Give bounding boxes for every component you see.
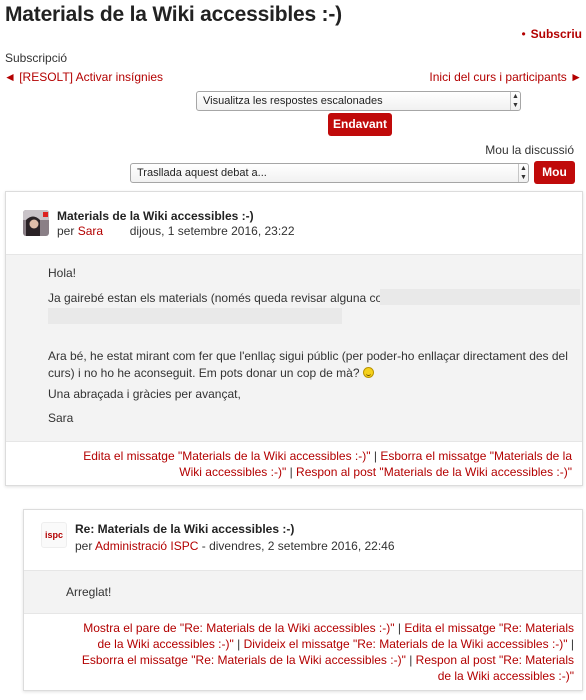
show-parent-link[interactable]: Mostra el pare de "Re: Materials de la W… bbox=[83, 621, 394, 635]
move-button[interactable]: Mou bbox=[534, 161, 575, 184]
subscription-label: Subscripció bbox=[5, 51, 68, 65]
post-paragraph: Ja gairebé estan els materials (només qu… bbox=[48, 291, 413, 305]
separator: | bbox=[397, 621, 401, 635]
separator: | bbox=[570, 637, 574, 651]
hidden-link-block bbox=[48, 308, 342, 324]
reply-post-link[interactable]: Respon al post "Re: Materials de la Wiki… bbox=[416, 653, 574, 683]
post-date: - divendres, 2 setembre 2016, 22:46 bbox=[201, 539, 395, 553]
post-commands: Mostra el pare de "Re: Materials de la W… bbox=[74, 620, 574, 684]
bullet-icon: • bbox=[521, 27, 526, 41]
by-label: per bbox=[57, 224, 75, 238]
select-arrows-icon: ▲ ▼ bbox=[518, 164, 528, 182]
move-discussion-label: Mou la discussió bbox=[485, 143, 574, 157]
forum-post: Materials de la Wiki accessibles :-) per… bbox=[5, 191, 583, 486]
author-link[interactable]: Administració ISPC bbox=[95, 539, 198, 553]
move-target-select[interactable]: Trasllada aquest debat a... ▲ ▼ bbox=[130, 163, 529, 183]
edit-post-link[interactable]: Edita el missatge "Materials de la Wiki … bbox=[83, 449, 370, 463]
subscribe-link[interactable]: • Subscriu bbox=[521, 27, 582, 41]
ispc-logo-avatar[interactable]: ispc bbox=[41, 522, 67, 548]
select-arrows-icon: ▲ ▼ bbox=[510, 92, 520, 110]
split-post-link[interactable]: Divideix el missatge "Re: Materials de l… bbox=[244, 637, 568, 651]
post-paragraph: Hola! bbox=[48, 266, 77, 280]
display-mode-value: Visualitza les respostes escalonades bbox=[203, 95, 383, 107]
forum-post-reply: ispc Re: Materials de la Wiki accessible… bbox=[23, 509, 583, 691]
post-commands: Edita el missatge "Materials de la Wiki … bbox=[72, 448, 572, 480]
post-content: Arreglat! bbox=[24, 570, 582, 614]
author-link[interactable]: Sara bbox=[78, 224, 103, 238]
avatar[interactable] bbox=[23, 210, 49, 236]
separator: | bbox=[409, 653, 413, 667]
next-discussion-link[interactable]: Inici del curs i participants ► bbox=[429, 70, 582, 84]
delete-post-link[interactable]: Esborra el missatge "Re: Materials de la… bbox=[82, 653, 406, 667]
smiley-icon bbox=[362, 367, 374, 378]
separator: | bbox=[289, 465, 293, 479]
post-subject: Re: Materials de la Wiki accessibles :-) bbox=[75, 522, 295, 536]
post-content: Hola! Ja gairebé estan els materials (no… bbox=[6, 254, 582, 442]
page-title: Materials de la Wiki accessibles :-) bbox=[5, 3, 342, 26]
post-paragraph: Ara bé, he estat mirant com fer que l'en… bbox=[48, 348, 568, 382]
post-paragraph: Arreglat! bbox=[66, 585, 112, 599]
hidden-link-block bbox=[380, 289, 580, 305]
post-paragraph: Una abraçada i gràcies per avançat, bbox=[48, 387, 241, 401]
separator: | bbox=[373, 449, 377, 463]
prev-discussion-link[interactable]: ◄ [RESOLT] Activar insígnies bbox=[4, 70, 163, 84]
post-paragraph: Sara bbox=[48, 411, 74, 425]
move-target-value: Trasllada aquest debat a... bbox=[137, 167, 267, 179]
separator: | bbox=[237, 637, 241, 651]
post-date: dijous, 1 setembre 2016, 23:22 bbox=[129, 224, 295, 238]
go-button[interactable]: Endavant bbox=[328, 113, 392, 136]
post-byline: per Sara dijous, 1 setembre 2016, 23:22 bbox=[57, 224, 295, 238]
post-paragraph-text: Ara bé, he estat mirant com fer que l'en… bbox=[48, 349, 568, 380]
post-byline: per Administració ISPC - divendres, 2 se… bbox=[75, 539, 395, 553]
reply-post-link[interactable]: Respon al post "Materials de la Wiki acc… bbox=[296, 465, 572, 479]
display-mode-select[interactable]: Visualitza les respostes escalonades ▲ ▼ bbox=[196, 91, 521, 111]
post-subject: Materials de la Wiki accessibles :-) bbox=[57, 209, 254, 223]
subscribe-label: Subscriu bbox=[530, 27, 582, 41]
by-label: per bbox=[75, 539, 93, 553]
